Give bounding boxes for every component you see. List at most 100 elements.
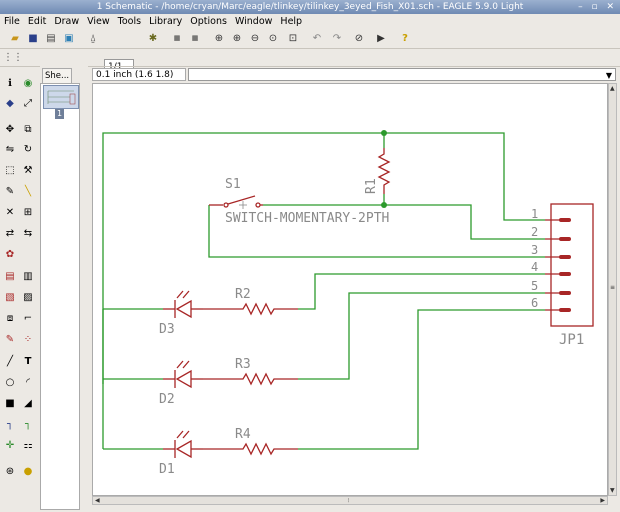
menu-draw[interactable]: Draw (50, 14, 83, 29)
go-icon[interactable]: ▶ (374, 31, 388, 45)
mirror-icon[interactable]: ⇋ (2, 142, 18, 156)
scr-icon[interactable]: ▦ (170, 31, 184, 45)
move-icon[interactable]: ✥ (2, 122, 18, 136)
script-icon[interactable]: ✱ (146, 31, 160, 45)
polygon-icon[interactable]: ◢ (20, 396, 36, 410)
gateswap-icon[interactable]: ⇆ (20, 226, 36, 240)
mark-icon[interactable]: ⤢ (20, 96, 36, 110)
resistor-r2-symbol (203, 302, 298, 316)
menu-tools[interactable]: Tools (114, 14, 145, 29)
invoke-icon[interactable]: ✎ (2, 332, 18, 346)
undo-icon[interactable]: ↶ (310, 31, 324, 45)
rotate-icon[interactable]: ↻ (20, 142, 36, 156)
menu-file[interactable]: File (0, 14, 24, 29)
miter-icon[interactable]: ▨ (20, 290, 36, 304)
ulp-icon[interactable]: ▦ (188, 31, 202, 45)
switch-s1-contact (223, 202, 229, 208)
menu-view[interactable]: View (83, 14, 114, 29)
window-controls[interactable]: – ▫ ✕ (578, 0, 617, 14)
command-history-dropdown-icon[interactable]: ▼ (606, 69, 612, 82)
junction-dot (381, 202, 387, 208)
schematic-drawing: S1 SWITCH-MOMENTARY-2PTH R1 R2 R3 R4 D3 … (102, 130, 594, 477)
save-icon[interactable]: ■ (26, 31, 40, 45)
bus-icon[interactable]: ┐ (2, 417, 18, 431)
menu-options[interactable]: Options (186, 14, 231, 29)
delete-icon[interactable]: ✕ (2, 205, 18, 219)
stop-icon[interactable]: ⊘ (352, 31, 366, 45)
header-jp1-pin-head (559, 218, 571, 222)
add-icon[interactable]: ⊞ (20, 205, 36, 219)
header-jp1-pin-head (559, 291, 571, 295)
scroll-right-icon[interactable]: ▶ (600, 497, 605, 504)
menu-library[interactable]: Library (145, 14, 186, 29)
label-r4-name: R4 (235, 427, 251, 442)
coordinate-display: 0.1 inch (1.6 1.8) (92, 68, 186, 81)
open-icon[interactable]: ▰ (8, 31, 22, 45)
menu-window[interactable]: Window (231, 14, 276, 29)
scroll-down-icon[interactable]: ▼ (610, 487, 615, 494)
sheet-thumbnail[interactable] (43, 85, 79, 109)
zoom-fit-icon[interactable]: ⊕ (212, 31, 226, 45)
hscroll-thumb-grip-icon[interactable]: ⦙ (348, 497, 349, 505)
redo-icon[interactable]: ↷ (330, 31, 344, 45)
menu-edit[interactable]: Edit (24, 14, 50, 29)
zoom-select-icon[interactable]: ⊡ (286, 31, 300, 45)
label-r2-name: R2 (235, 287, 251, 302)
vertical-scrollbar[interactable]: ▲ ≡ ▼ (608, 83, 617, 496)
junction-dot (381, 130, 387, 136)
menu-help[interactable]: Help (276, 14, 306, 29)
smash-icon[interactable]: ▧ (2, 290, 18, 304)
split-icon[interactable]: ⧈ (2, 311, 18, 325)
erc-icon[interactable]: ● (20, 464, 36, 478)
copy-icon[interactable]: ⧉ (20, 122, 36, 136)
cam-icon[interactable]: ▣ (62, 31, 76, 45)
rect-icon[interactable]: ■ (2, 396, 18, 410)
info-icon[interactable]: ℹ (2, 76, 18, 90)
change-icon[interactable]: ⚒ (20, 163, 36, 177)
scroll-thumb-grip-icon[interactable]: ≡ (610, 284, 615, 291)
window-titlebar: 1 Schematic - /home/cryan/Marc/eagle/tli… (0, 0, 620, 14)
errc-icon[interactable]: ⁘ (20, 332, 36, 346)
diode-d1-body (175, 439, 192, 459)
circle-icon[interactable]: ○ (2, 375, 18, 389)
horizontal-scrollbar[interactable]: ◀ ⦙ ▶ (92, 496, 608, 505)
show-icon[interactable]: ◉ (20, 76, 36, 90)
net-icon[interactable]: ┐ (20, 417, 36, 431)
help-icon[interactable]: ? (398, 31, 412, 45)
pen-icon[interactable]: ╲ (20, 184, 36, 198)
sheet-list (40, 83, 80, 510)
header-jp1-pin-head (559, 272, 571, 276)
command-line-input[interactable]: ▼ (188, 68, 616, 81)
label-s1-value: SWITCH-MOMENTARY-2PTH (225, 211, 389, 226)
text-icon[interactable]: T (20, 354, 36, 368)
use-icon[interactable]: ⍙ (86, 31, 100, 45)
switch-s1-contact (255, 202, 261, 208)
bend-icon[interactable]: ⌐ (20, 311, 36, 325)
scroll-up-icon[interactable]: ▲ (610, 85, 615, 92)
wire-icon[interactable]: ╱ (2, 354, 18, 368)
junction-icon[interactable]: ✛ (2, 438, 18, 452)
arc-icon[interactable]: ◜ (20, 375, 36, 389)
label-d1-name: D1 (159, 462, 175, 477)
window-title: 1 Schematic - /home/cryan/Marc/eagle/tli… (96, 2, 524, 12)
zoom-out-icon[interactable]: ⊖ (248, 31, 262, 45)
group-icon[interactable]: ⬚ (2, 163, 18, 177)
scroll-left-icon[interactable]: ◀ (95, 497, 100, 504)
label-jp1-pin-2: 2 (531, 225, 538, 239)
display-icon[interactable]: ◆ (2, 96, 18, 110)
paste-icon[interactable]: ✎ (2, 184, 18, 198)
header-jp1-pin-head (559, 308, 571, 312)
zoom-redraw-icon[interactable]: ⊙ (266, 31, 280, 45)
grid-icon[interactable]: ⋮⋮ (3, 50, 23, 64)
value-icon[interactable]: ▥ (20, 269, 36, 283)
net-wire (298, 292, 545, 380)
print-icon[interactable]: ▤ (44, 31, 58, 45)
schematic-canvas[interactable]: S1 SWITCH-MOMENTARY-2PTH R1 R2 R3 R4 D3 … (92, 83, 608, 496)
name-icon[interactable]: ▤ (2, 269, 18, 283)
zoom-in-icon[interactable]: ⊕ (230, 31, 244, 45)
label-icon[interactable]: ⚏ (20, 438, 36, 452)
pinswap-icon[interactable]: ⇄ (2, 226, 18, 240)
attribute-icon[interactable]: ⊛ (2, 464, 18, 478)
replace-icon[interactable]: ✿ (2, 247, 18, 261)
sheets-tab[interactable]: She... (42, 68, 72, 84)
